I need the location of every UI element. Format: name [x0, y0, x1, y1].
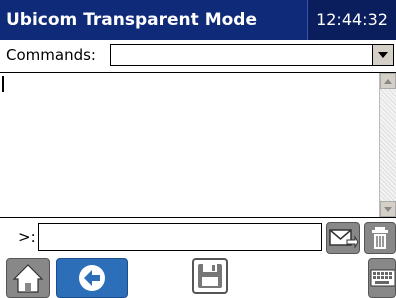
envelope-arrow-icon: [329, 229, 359, 249]
commands-label: Commands:: [6, 46, 96, 64]
keyboard-icon: [370, 269, 395, 287]
send-input[interactable]: [38, 223, 322, 251]
text-caret: [2, 76, 4, 92]
clear-button[interactable]: [364, 222, 396, 254]
vertical-scrollbar[interactable]: [379, 73, 396, 217]
app-title: Ubicom Transparent Mode: [6, 10, 257, 30]
back-button[interactable]: [56, 258, 128, 298]
commands-dropdown[interactable]: [110, 44, 394, 66]
send-prompt: >:: [18, 228, 36, 246]
home-icon: [12, 264, 44, 293]
home-button[interactable]: [6, 258, 50, 298]
title-bar: Ubicom Transparent Mode 12:44:32: [0, 0, 396, 40]
trash-icon: [372, 227, 388, 249]
clock: 12:44:32: [307, 0, 396, 40]
save-button[interactable]: [192, 258, 228, 294]
chevron-down-icon[interactable]: [372, 45, 393, 65]
back-arrow-icon: [79, 265, 105, 291]
floppy-disk-icon: [198, 264, 222, 288]
scroll-down-arrow-icon[interactable]: [380, 201, 396, 217]
output-area[interactable]: [0, 72, 396, 218]
send-button[interactable]: [326, 222, 360, 254]
keyboard-button[interactable]: [368, 258, 396, 298]
commands-row: Commands:: [0, 40, 396, 70]
scroll-up-arrow-icon[interactable]: [380, 73, 396, 89]
